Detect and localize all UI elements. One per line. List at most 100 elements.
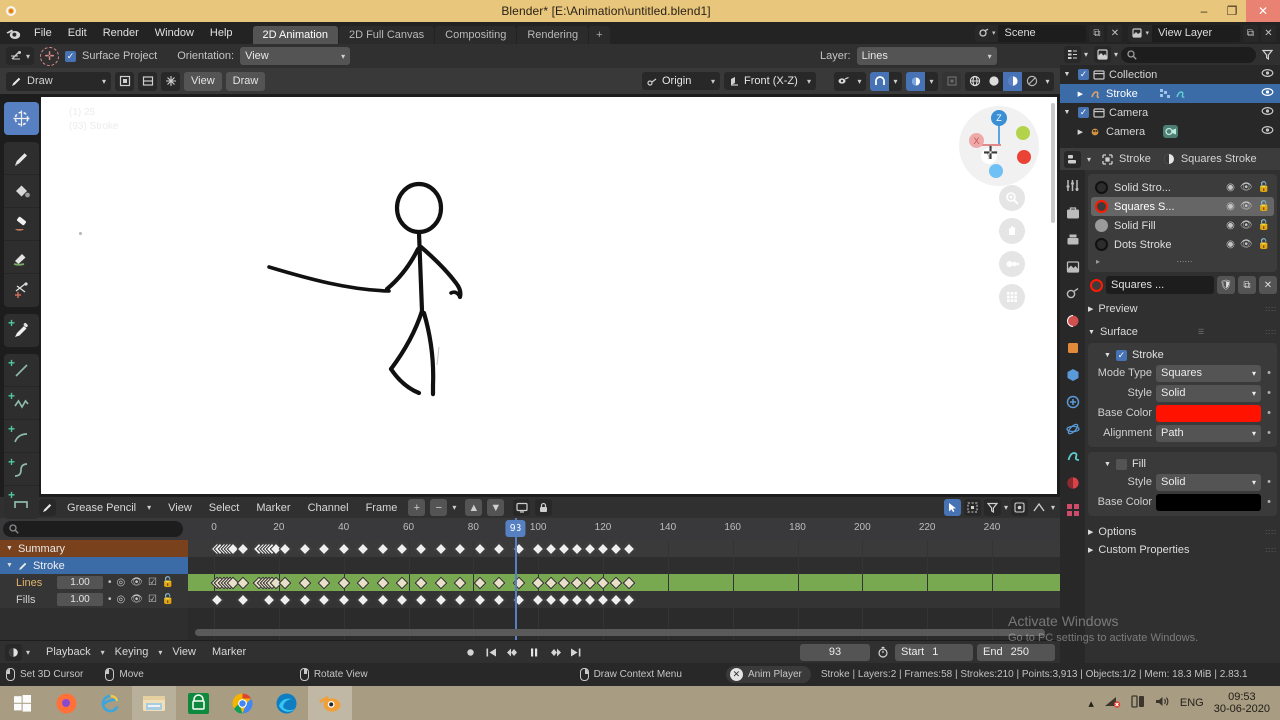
- file-explorer-icon[interactable]: [132, 686, 176, 720]
- tab-world[interactable]: [1063, 311, 1082, 330]
- firefox-icon[interactable]: [44, 686, 88, 720]
- tab-tool[interactable]: [1063, 176, 1082, 195]
- stroke-subheader[interactable]: ▼ ✓ Stroke: [1092, 346, 1273, 364]
- blender-icon[interactable]: [308, 686, 352, 720]
- arc-tool[interactable]: +: [4, 420, 39, 453]
- end-frame-field[interactable]: End 250: [977, 643, 1055, 661]
- fill-style-dropdown[interactable]: Solid ▾: [1156, 473, 1261, 491]
- lock-frame-icon[interactable]: [138, 71, 157, 91]
- keyframe-area[interactable]: [188, 518, 1060, 640]
- eye-icon[interactable]: 👁: [130, 594, 143, 605]
- expand-triangle-icon[interactable]: ▶: [1060, 128, 1086, 136]
- draw-tool[interactable]: [4, 142, 39, 175]
- expand-triangle-icon[interactable]: ▼: [1104, 461, 1111, 468]
- internet-explorer-icon[interactable]: [88, 686, 132, 720]
- expand-triangle-icon[interactable]: ▶: [1060, 90, 1086, 98]
- section-surface[interactable]: ▼ Surface ☰ ::::: [1088, 323, 1277, 341]
- outliner-row-stroke[interactable]: ▶ Stroke: [1060, 84, 1280, 103]
- outliner-search-input[interactable]: [1121, 46, 1256, 63]
- eye-icon[interactable]: 👁: [130, 577, 143, 588]
- menu-edit[interactable]: Edit: [60, 22, 95, 44]
- channel-lines-opacity[interactable]: 1.00: [57, 576, 103, 589]
- start-button[interactable]: [0, 686, 44, 720]
- dopesheet-horizontal-scrollbar[interactable]: [195, 629, 1045, 636]
- battery-icon[interactable]: [1131, 695, 1145, 711]
- tab-2d-full-canvas[interactable]: 2D Full Canvas: [338, 26, 435, 44]
- modifier-icon[interactable]: [1159, 88, 1171, 99]
- jump-to-end-button[interactable]: [566, 643, 585, 661]
- proportional-edit-group[interactable]: ▾: [906, 71, 938, 91]
- outliner-row-camera-collection[interactable]: ▼ ✓ Camera: [1060, 103, 1280, 122]
- hand-icon[interactable]: [999, 218, 1025, 244]
- snap-magnet-icon[interactable]: [870, 71, 889, 91]
- section-custom-properties[interactable]: ▶ Custom Properties ::::: [1088, 541, 1277, 559]
- menu-render[interactable]: Render: [95, 22, 147, 44]
- stroke-base-color-swatch[interactable]: [1156, 404, 1261, 422]
- eyedropper-tool[interactable]: +: [4, 314, 39, 347]
- orientation-dropdown[interactable]: View ▾: [240, 47, 351, 65]
- erase-tool[interactable]: [4, 208, 39, 241]
- tab-view-layer[interactable]: [1063, 257, 1082, 276]
- material-slot-solid-stroke[interactable]: Solid Stro... ◉ 👁 🔓: [1091, 178, 1274, 197]
- remove-viewlayer-button[interactable]: ✕: [1261, 24, 1276, 42]
- rendered-shading-icon[interactable]: [1022, 71, 1041, 91]
- slot-specials-icon[interactable]: ▸: [1096, 257, 1100, 266]
- animate-property-dot[interactable]: •: [1265, 407, 1273, 419]
- anim-player-badge[interactable]: ✕ Anim Player: [725, 666, 811, 683]
- eye-icon[interactable]: [1261, 125, 1274, 138]
- snap-chevron-down-icon[interactable]: ▾: [889, 71, 902, 91]
- breadcrumb-object[interactable]: Stroke: [1119, 153, 1151, 165]
- material-slot-squares-stroke[interactable]: Squares S... ◉ 👁 🔓: [1091, 197, 1274, 216]
- tab-object-data[interactable]: [1063, 446, 1082, 465]
- collapse-triangle-icon[interactable]: ▶: [1088, 528, 1093, 536]
- microsoft-store-icon[interactable]: [176, 686, 220, 720]
- dopesheet-mode-value[interactable]: Grease Pencil: [61, 502, 142, 514]
- panel-grip[interactable]: ::::: [1265, 547, 1277, 554]
- breadcrumb-material[interactable]: Squares Stroke: [1181, 153, 1257, 165]
- fill-subheader[interactable]: ▼ ✓ Fill: [1092, 455, 1273, 473]
- checkbox-icon[interactable]: ☑: [148, 594, 157, 605]
- only-selected-icon[interactable]: [943, 499, 961, 516]
- menu-help[interactable]: Help: [202, 22, 241, 44]
- outliner-display-mode-icon[interactable]: [1094, 46, 1112, 63]
- stroke-enable-checkbox[interactable]: ✓: [1115, 349, 1127, 361]
- material-link-icon[interactable]: ◉: [1226, 182, 1235, 193]
- alignment-dropdown[interactable]: Path ▾: [1156, 424, 1261, 442]
- current-frame-field[interactable]: 93: [800, 643, 870, 661]
- chrome-icon[interactable]: [220, 686, 264, 720]
- new-scene-button[interactable]: ⧉: [1089, 24, 1105, 42]
- polyline-tool[interactable]: +: [4, 387, 39, 420]
- clock[interactable]: 09:53 30-06-2020: [1214, 691, 1270, 715]
- viewlayer-name[interactable]: View Layer: [1152, 24, 1240, 42]
- view-orientation-dropdown[interactable]: Front (X-Z) ▾: [724, 72, 816, 90]
- material-name-field[interactable]: Squares ...: [1106, 276, 1214, 294]
- outliner-row-collection[interactable]: ▼ ✓ Collection: [1060, 65, 1280, 84]
- tab-texture[interactable]: [1063, 500, 1082, 519]
- timeline-editor-icon[interactable]: [5, 643, 22, 661]
- layer-dropdown[interactable]: Lines ▾: [856, 47, 997, 65]
- timeline-view-menu[interactable]: View: [166, 646, 202, 658]
- onion-skin-icon[interactable]: [161, 71, 180, 91]
- mode-dropdown[interactable]: Draw ▾: [6, 71, 111, 91]
- tab-visual-effects[interactable]: [1063, 392, 1082, 411]
- pivot-dropdown[interactable]: Origin ▾: [642, 72, 720, 90]
- cutter-tool[interactable]: [4, 274, 39, 307]
- material-slot-dots-stroke[interactable]: Dots Stroke ◉ 👁 🔓: [1091, 235, 1274, 254]
- curve-tool[interactable]: +: [4, 453, 39, 486]
- dopesheet-menu-view[interactable]: View: [162, 502, 198, 514]
- dopesheet-menu-frame[interactable]: Frame: [360, 502, 404, 514]
- show-hidden-icons-button[interactable]: ▴: [1088, 697, 1094, 710]
- dopesheet-ruler[interactable]: 020406080100120140160180200220240 93: [0, 518, 1060, 540]
- menu-file[interactable]: File: [26, 22, 60, 44]
- tab-physics[interactable]: [1063, 419, 1082, 438]
- collapse-triangle-icon[interactable]: ▶: [1088, 305, 1093, 313]
- keyrow-stroke[interactable]: [188, 557, 1060, 574]
- record-button[interactable]: [461, 643, 480, 661]
- properties-editor-icon[interactable]: [1064, 150, 1081, 168]
- expand-triangle-icon[interactable]: ▼: [6, 545, 13, 552]
- tab-object[interactable]: [1063, 338, 1082, 357]
- scene-selector[interactable]: ▾ Scene: [974, 24, 1087, 42]
- fill-base-color-swatch[interactable]: [1156, 493, 1261, 511]
- outliner-filter-icon[interactable]: [1259, 46, 1276, 63]
- jump-to-start-button[interactable]: [482, 643, 501, 661]
